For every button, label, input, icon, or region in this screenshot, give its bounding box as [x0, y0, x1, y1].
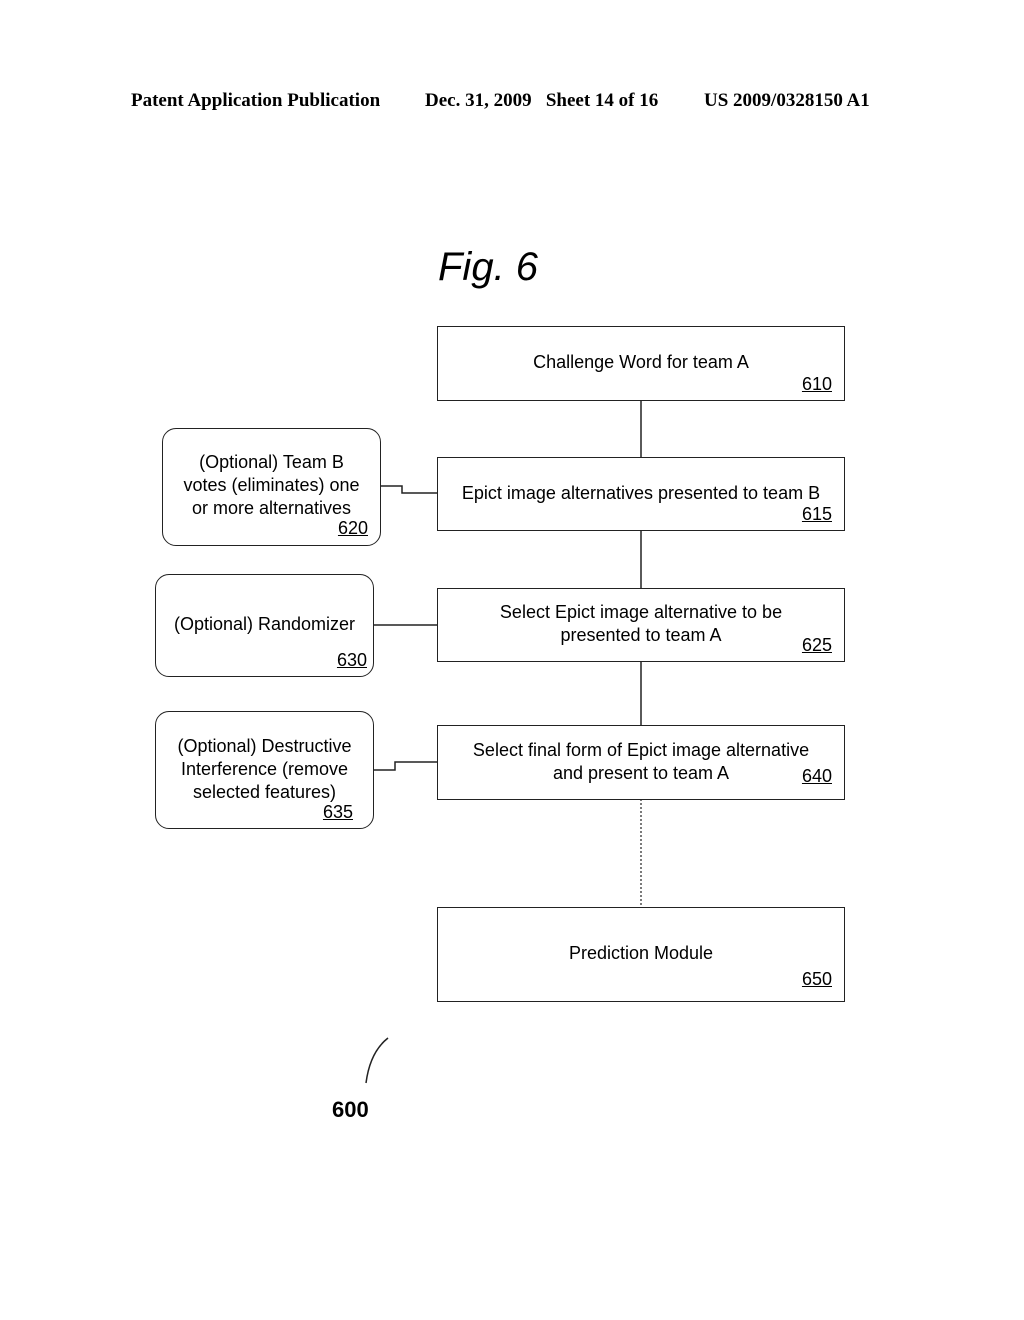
- box-635-line3: selected features): [192, 782, 337, 802]
- connector-620-615: [380, 485, 438, 494]
- box-625-ref: 625: [801, 635, 832, 655]
- box-630-text: (Optional) Randomizer: [173, 614, 356, 634]
- box-650-ref: 650: [801, 969, 832, 989]
- box-650-text: Prediction Module: [568, 943, 714, 963]
- box-635-line1: (Optional) Destructive: [177, 736, 352, 756]
- box-challenge-word: Challenge Word for team A 610: [437, 326, 845, 401]
- box-640-line2: and present to team A: [552, 763, 730, 783]
- box-select-final-form: Select final form of Epict image alterna…: [437, 725, 845, 800]
- box-epict-alternatives-team-b: Epict image alternatives presented to te…: [437, 457, 845, 531]
- box-optional-destructive-interference: (Optional) Destructive Interference (rem…: [155, 711, 374, 829]
- box-640-ref: 640: [801, 766, 832, 786]
- box-610-ref: 610: [801, 374, 832, 394]
- box-610-text: Challenge Word for team A: [533, 352, 749, 372]
- box-615-ref: 615: [801, 504, 832, 524]
- connector-635-640: [373, 761, 438, 771]
- box-optional-randomizer: (Optional) Randomizer 630: [155, 574, 374, 677]
- box-635-ref: 635: [322, 802, 353, 822]
- box-620-line3: or more alternatives: [191, 498, 352, 518]
- box-625-line1: Select Epict image alternative to be: [499, 602, 783, 622]
- box-select-epict-alternative: Select Epict image alternative to be pre…: [437, 588, 845, 662]
- box-optional-team-b-votes: (Optional) Team B votes (eliminates) one…: [162, 428, 381, 546]
- box-prediction-module: Prediction Module 650: [437, 907, 845, 1002]
- box-635-line2: Interference (remove: [180, 759, 349, 779]
- reference-arc-600: [365, 1037, 389, 1084]
- box-630-ref: 630: [336, 650, 367, 670]
- box-640-line1: Select final form of Epict image alterna…: [472, 740, 810, 760]
- box-620-line2: votes (eliminates) one: [183, 475, 360, 495]
- box-615-text: Epict image alternatives presented to te…: [461, 483, 821, 503]
- figure-reference-label: 600: [332, 1097, 369, 1122]
- box-620-ref: 620: [337, 518, 368, 538]
- box-625-line2: presented to team A: [560, 625, 722, 645]
- box-620-line1: (Optional) Team B: [199, 452, 344, 472]
